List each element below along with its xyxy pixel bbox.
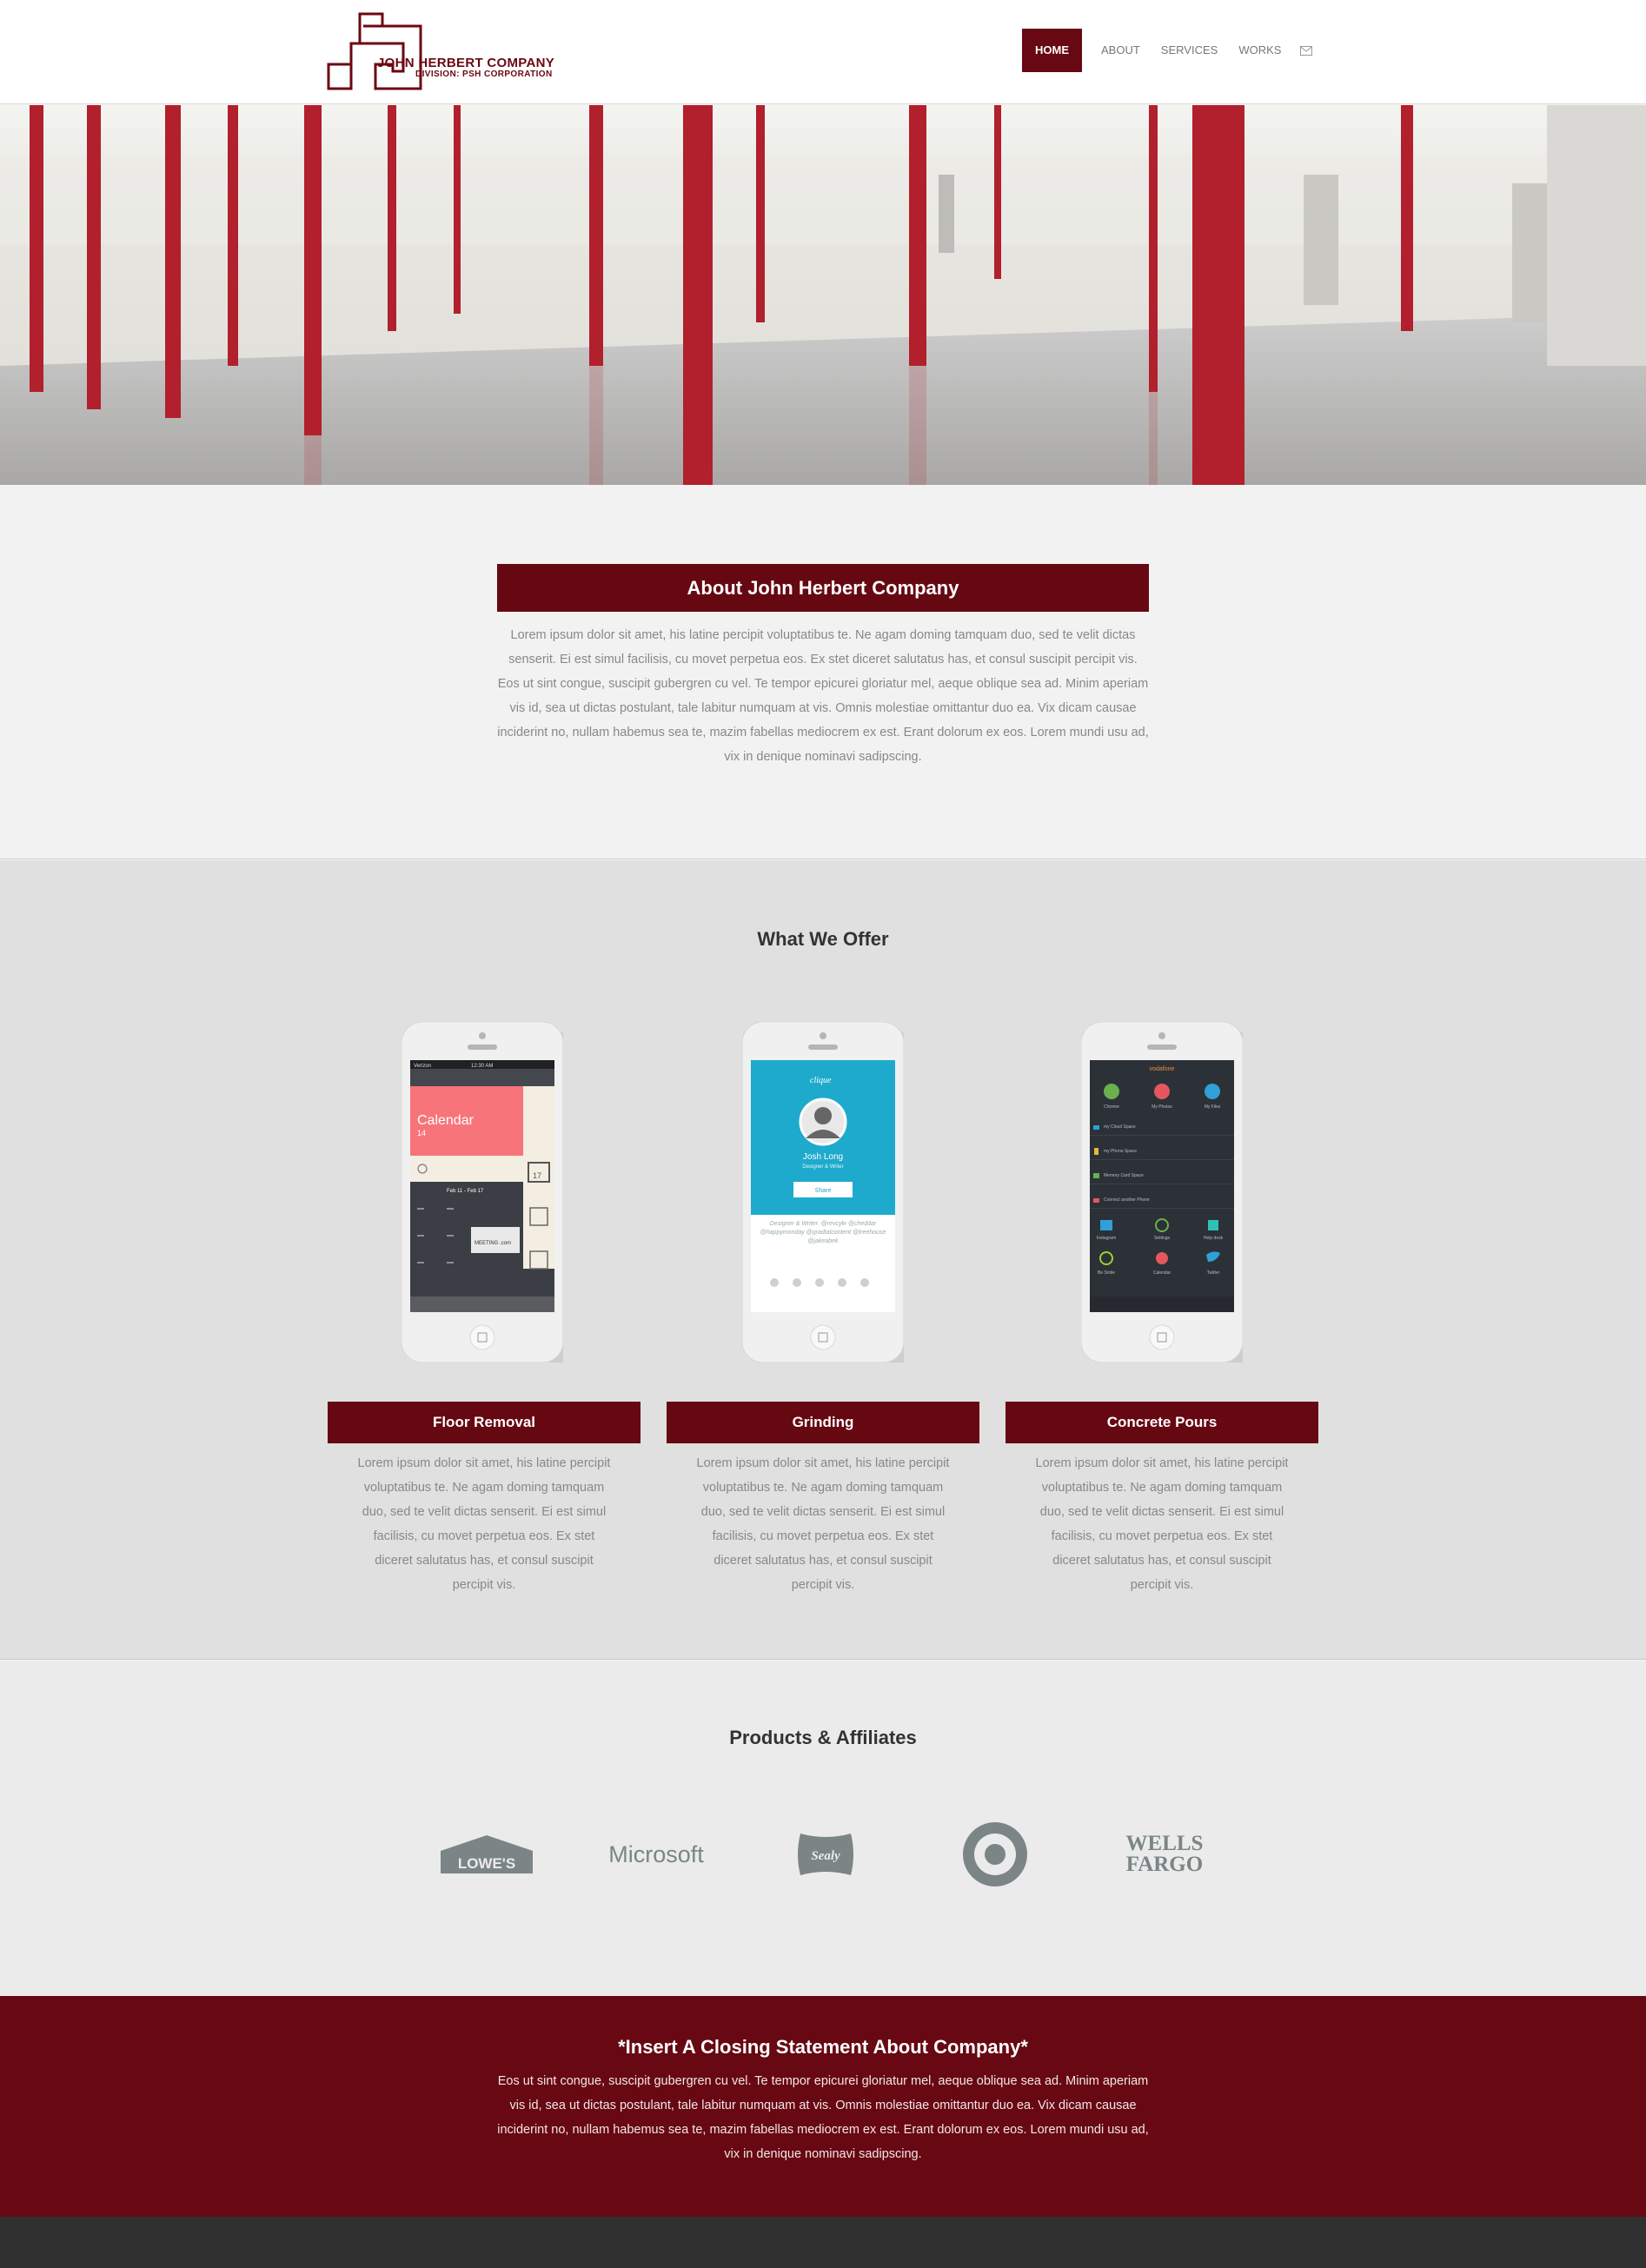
sealy-logo-text: Sealy — [811, 1849, 840, 1863]
site-footer — [0, 2217, 1646, 2268]
profile-role: Designer & Writer — [802, 1164, 843, 1170]
phone-profile-mockup: clique Josh Long Designer & Writer Share… — [742, 1022, 904, 1363]
brand-name: JOHN HERBERT COMPANY — [377, 56, 555, 70]
profile-app-name: clique — [810, 1076, 832, 1085]
dashboard-list-item: my Phone Space — [1104, 1149, 1137, 1154]
profile-bio: Designer & Writer. @revcyle @cheddar @ha… — [760, 1221, 886, 1244]
service-text-grinding: Lorem ipsum dolor sit amet, his latine p… — [696, 1456, 950, 1592]
closing-section: *Insert A Closing Statement About Compan… — [0, 1996, 1646, 2217]
hero-image — [0, 105, 1646, 485]
dashboard-app-files: My Files — [1205, 1104, 1221, 1110]
wells-fargo-logo-text: WELLS FARGO — [1125, 1832, 1204, 1876]
warehouse-photo — [0, 105, 1646, 485]
dashboard-app-calendar: Calendar — [1153, 1270, 1171, 1276]
service-title-concrete-pours: Concrete Pours — [1006, 1402, 1318, 1443]
dashboard-carrier: vodafone — [1150, 1066, 1175, 1072]
products-title: Products & Affiliates — [729, 1727, 917, 1748]
lowes-logo-text: LOWE'S — [458, 1855, 515, 1872]
calendar-day: 17 — [533, 1171, 541, 1180]
service-title-floor-removal: Floor Removal — [328, 1402, 640, 1443]
dashboard-app-instagram: Instagram — [1097, 1236, 1116, 1241]
wells-fargo-logo[interactable]: WELLS FARGO — [1112, 1815, 1217, 1893]
service-text-floor-removal: Lorem ipsum dolor sit amet, his latine p… — [357, 1456, 611, 1592]
dashboard-app-settings: Settings — [1154, 1236, 1171, 1241]
phone-dashboard-mockup: vodafone Chrome My Photos My Files my Cl… — [1081, 1022, 1243, 1363]
calendar-carrier: Verizon — [414, 1064, 431, 1069]
dashboard-app-photos: My Photos — [1152, 1104, 1172, 1110]
about-section: About John Herbert Company Lorem ipsum d… — [0, 486, 1646, 859]
dashboard-app-helpdesk: Help desk — [1204, 1236, 1224, 1241]
offer-section: What We Offer Verizon 12:30 AM Calendar … — [0, 860, 1646, 1660]
dashboard-list-item: Memory Card Space — [1104, 1173, 1144, 1178]
profile-name: Josh Long — [803, 1152, 843, 1162]
offer-title: What We Offer — [757, 928, 889, 950]
products-section: Products & Affiliates LOWE'S Microsoft S… — [0, 1661, 1646, 1996]
calendar-heading: Calendar — [417, 1113, 475, 1128]
phone-calendar-mockup: Verizon 12:30 AM Calendar 14 Feb 11 - Fe… — [402, 1022, 563, 1363]
about-title: About John Herbert Company — [497, 564, 1149, 612]
about-text: Lorem ipsum dolor sit amet, his latine p… — [497, 628, 1149, 764]
service-text-concrete-pours: Lorem ipsum dolor sit amet, his latine p… — [1035, 1456, 1289, 1592]
calendar-date: 14 — [417, 1129, 426, 1137]
brand-subtitle: DIVISION: PSH CORPORATION — [415, 70, 553, 79]
sealy-logo[interactable]: Sealy — [786, 1815, 865, 1893]
nav-home[interactable]: HOME — [1022, 29, 1082, 72]
nav-about[interactable]: ABOUT — [1091, 29, 1151, 72]
dashboard-list-item: Connect another Phone — [1104, 1197, 1150, 1203]
microsoft-logo[interactable]: Microsoft — [600, 1815, 713, 1893]
calendar-clock: 12:30 AM — [471, 1064, 493, 1069]
lowes-logo[interactable]: LOWE'S — [435, 1815, 539, 1893]
service-title-grinding: Grinding — [667, 1402, 979, 1443]
calendar-event: MEETING .com — [475, 1241, 511, 1246]
dashboard-app-chrome: Chrome — [1104, 1104, 1119, 1110]
company-logo[interactable] — [325, 9, 577, 96]
profile-share-button: Share — [815, 1188, 832, 1194]
closing-title: *Insert A Closing Statement About Compan… — [618, 2036, 1028, 2058]
dashboard-list-item: my Cloud Space — [1104, 1124, 1136, 1130]
dashboard-app-smile: Be Smile — [1098, 1270, 1115, 1276]
target-logo[interactable] — [960, 1815, 1030, 1893]
main-nav: HOME ABOUT SERVICES WORKS — [1022, 29, 1317, 72]
site-header: JOHN HERBERT COMPANY DIVISION: PSH CORPO… — [0, 0, 1646, 104]
envelope-icon[interactable] — [1295, 29, 1317, 72]
closing-text: Eos ut sint congue, suscipit gubergren c… — [497, 2074, 1149, 2161]
dashboard-app-twitter: Twitter — [1207, 1270, 1220, 1276]
nav-services[interactable]: SERVICES — [1151, 29, 1229, 72]
calendar-week: Feb 11 - Feb 17 — [447, 1189, 484, 1194]
nav-works[interactable]: WORKS — [1228, 29, 1291, 72]
